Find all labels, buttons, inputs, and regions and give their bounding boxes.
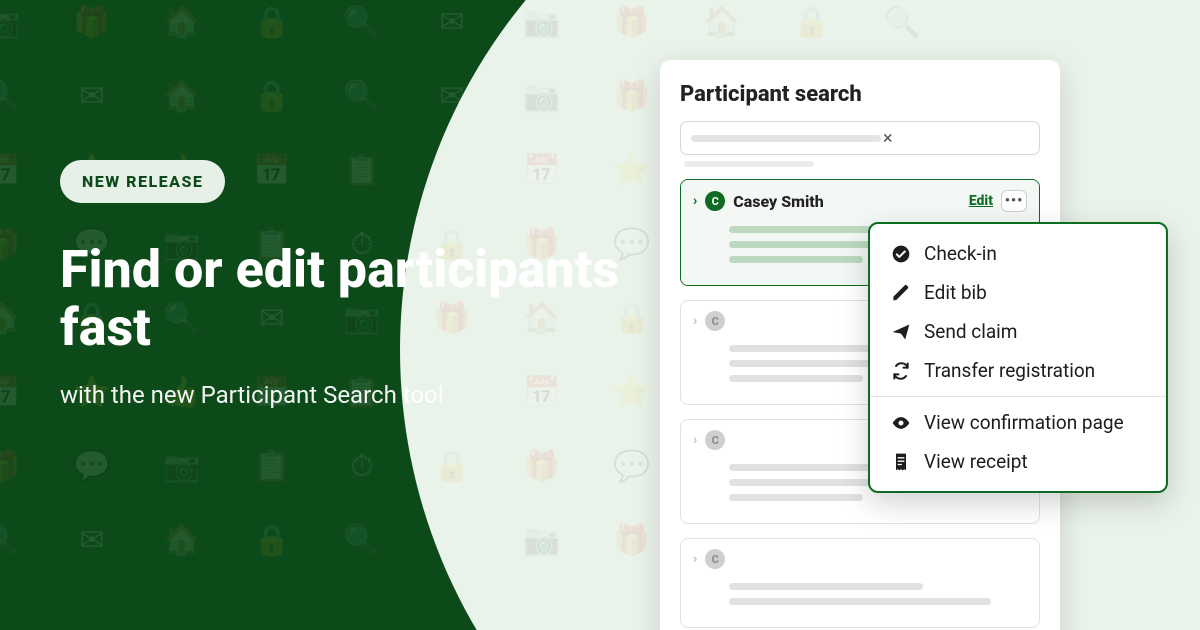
avatar: C: [705, 430, 725, 450]
menu-item-view-confirmation[interactable]: View confirmation page: [870, 403, 1166, 442]
search-hint-skeleton: [684, 161, 814, 167]
edit-participant-link[interactable]: Edit: [969, 193, 993, 209]
chevron-right-icon: ›: [693, 313, 697, 329]
promo-copy: NEW RELEASE Find or edit participants fa…: [60, 160, 620, 409]
avatar: C: [705, 191, 725, 211]
avatar: C: [705, 549, 725, 569]
menu-item-check-in[interactable]: Check-in: [870, 234, 1166, 273]
subheadline: with the new Participant Search tool: [60, 381, 620, 409]
search-result[interactable]: › C: [680, 538, 1040, 628]
panel-title: Participant search: [680, 82, 1040, 107]
search-input[interactable]: ×: [680, 121, 1040, 155]
avatar: C: [705, 311, 725, 331]
receipt-icon: [890, 452, 912, 472]
more-actions-button[interactable]: •••: [1001, 190, 1027, 212]
menu-item-label: View confirmation page: [924, 411, 1124, 434]
chevron-right-icon: ›: [693, 432, 697, 448]
menu-item-label: Edit bib: [924, 281, 987, 304]
actions-popover: Check-in Edit bib Send claim Transfer re…: [868, 222, 1168, 493]
menu-item-label: Transfer registration: [924, 359, 1095, 382]
new-release-badge: NEW RELEASE: [60, 160, 225, 203]
menu-item-edit-bib[interactable]: Edit bib: [870, 273, 1166, 312]
search-placeholder-skeleton: [691, 135, 881, 142]
chevron-right-icon: ›: [693, 551, 697, 567]
menu-item-transfer-registration[interactable]: Transfer registration: [870, 351, 1166, 390]
menu-item-label: Check-in: [924, 242, 997, 265]
menu-item-send-claim[interactable]: Send claim: [870, 312, 1166, 351]
refresh-icon: [890, 361, 912, 381]
menu-item-view-receipt[interactable]: View receipt: [870, 442, 1166, 481]
chevron-right-icon: ›: [693, 193, 697, 209]
participant-name: Casey Smith: [733, 192, 823, 211]
check-circle-icon: [890, 244, 912, 264]
clear-search-button[interactable]: ×: [881, 128, 895, 149]
paper-plane-icon: [890, 322, 912, 342]
headline: Find or edit participants fast: [60, 241, 620, 357]
pencil-icon: [890, 283, 912, 303]
menu-item-label: Send claim: [924, 320, 1017, 343]
eye-icon: [890, 413, 912, 433]
result-details-skeleton: [681, 579, 1039, 627]
promo-stage: 📷🎁🏠🔒🔍✉📷🎁🏠🔒🔍✉ 🔍✉🏠🔒🔍✉📷🎁🏠🔒🔍✉ 📅⭐👍📅📋⏱📅⭐👍📅📋⏱ 🎁…: [0, 0, 1200, 630]
menu-divider: [870, 396, 1166, 397]
menu-item-label: View receipt: [924, 450, 1028, 473]
